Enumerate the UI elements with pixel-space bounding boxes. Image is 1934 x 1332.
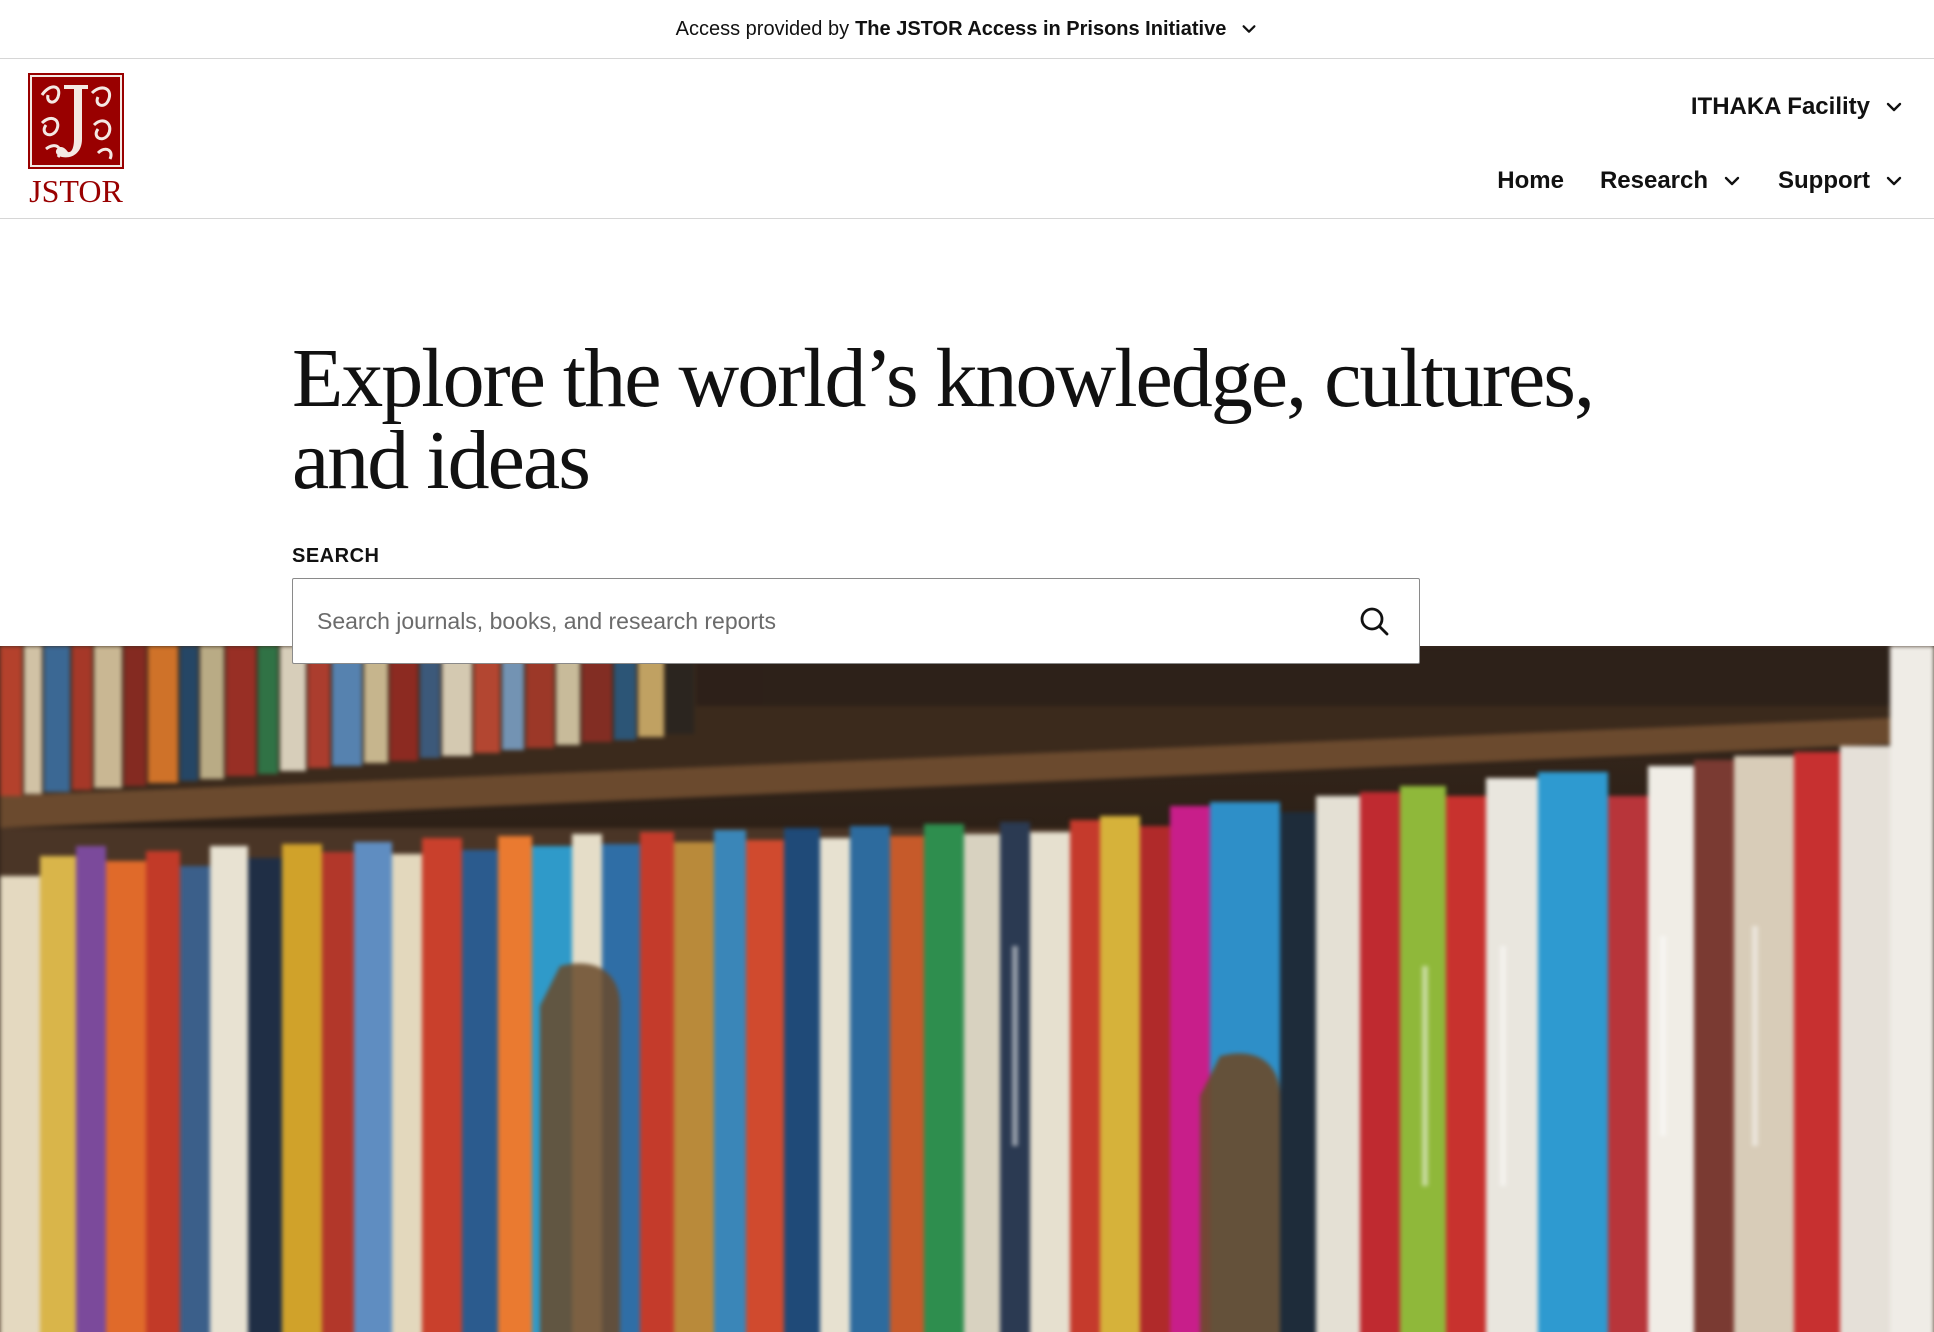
logo-wordmark: JSTOR — [29, 173, 123, 209]
search-input[interactable] — [293, 579, 1329, 663]
jstor-logo-icon — [28, 73, 124, 169]
facility-dropdown[interactable]: ITHAKA Facility — [1691, 93, 1904, 121]
access-banner-prefix: Access provided by — [675, 17, 850, 40]
nav-research[interactable]: Research — [1600, 167, 1742, 195]
bookshelf-hero-image — [0, 646, 1934, 1332]
search-button[interactable] — [1329, 579, 1419, 663]
chevron-down-icon[interactable] — [1240, 20, 1258, 38]
nav-support-label: Support — [1778, 167, 1870, 194]
bookshelf-illustration — [0, 646, 1934, 1332]
nav-home-label: Home — [1497, 167, 1564, 194]
chevron-down-icon — [1886, 176, 1902, 186]
nav-research-label: Research — [1599, 167, 1709, 194]
chevron-down-icon — [1886, 102, 1902, 112]
search-box — [292, 578, 1420, 664]
chevron-down-icon — [1724, 176, 1740, 186]
hero-heading-line-2: and ideas — [292, 414, 591, 507]
access-banner[interactable]: Access provided by The JSTOR Access in P… — [0, 0, 1934, 59]
main-nav: Home Research Support — [1461, 167, 1904, 195]
hero-heading: Explore the world’s knowledge, cultures,… — [292, 337, 1692, 503]
nav-support[interactable]: Support — [1778, 167, 1904, 195]
search-icon — [1360, 607, 1389, 636]
site-header: JSTOR ITHAKA Facility Home Research Supp… — [0, 59, 1934, 219]
facility-label: ITHAKA Facility — [1690, 93, 1870, 120]
search-label: SEARCH — [292, 545, 380, 567]
jstor-logo[interactable]: JSTOR — [26, 73, 126, 211]
access-banner-organization[interactable]: The JSTOR Access in Prisons Initiative — [855, 18, 1226, 41]
nav-home[interactable]: Home — [1497, 167, 1564, 195]
hero-heading-line-1: Explore the world’s knowledge, cultures, — [292, 332, 1595, 425]
